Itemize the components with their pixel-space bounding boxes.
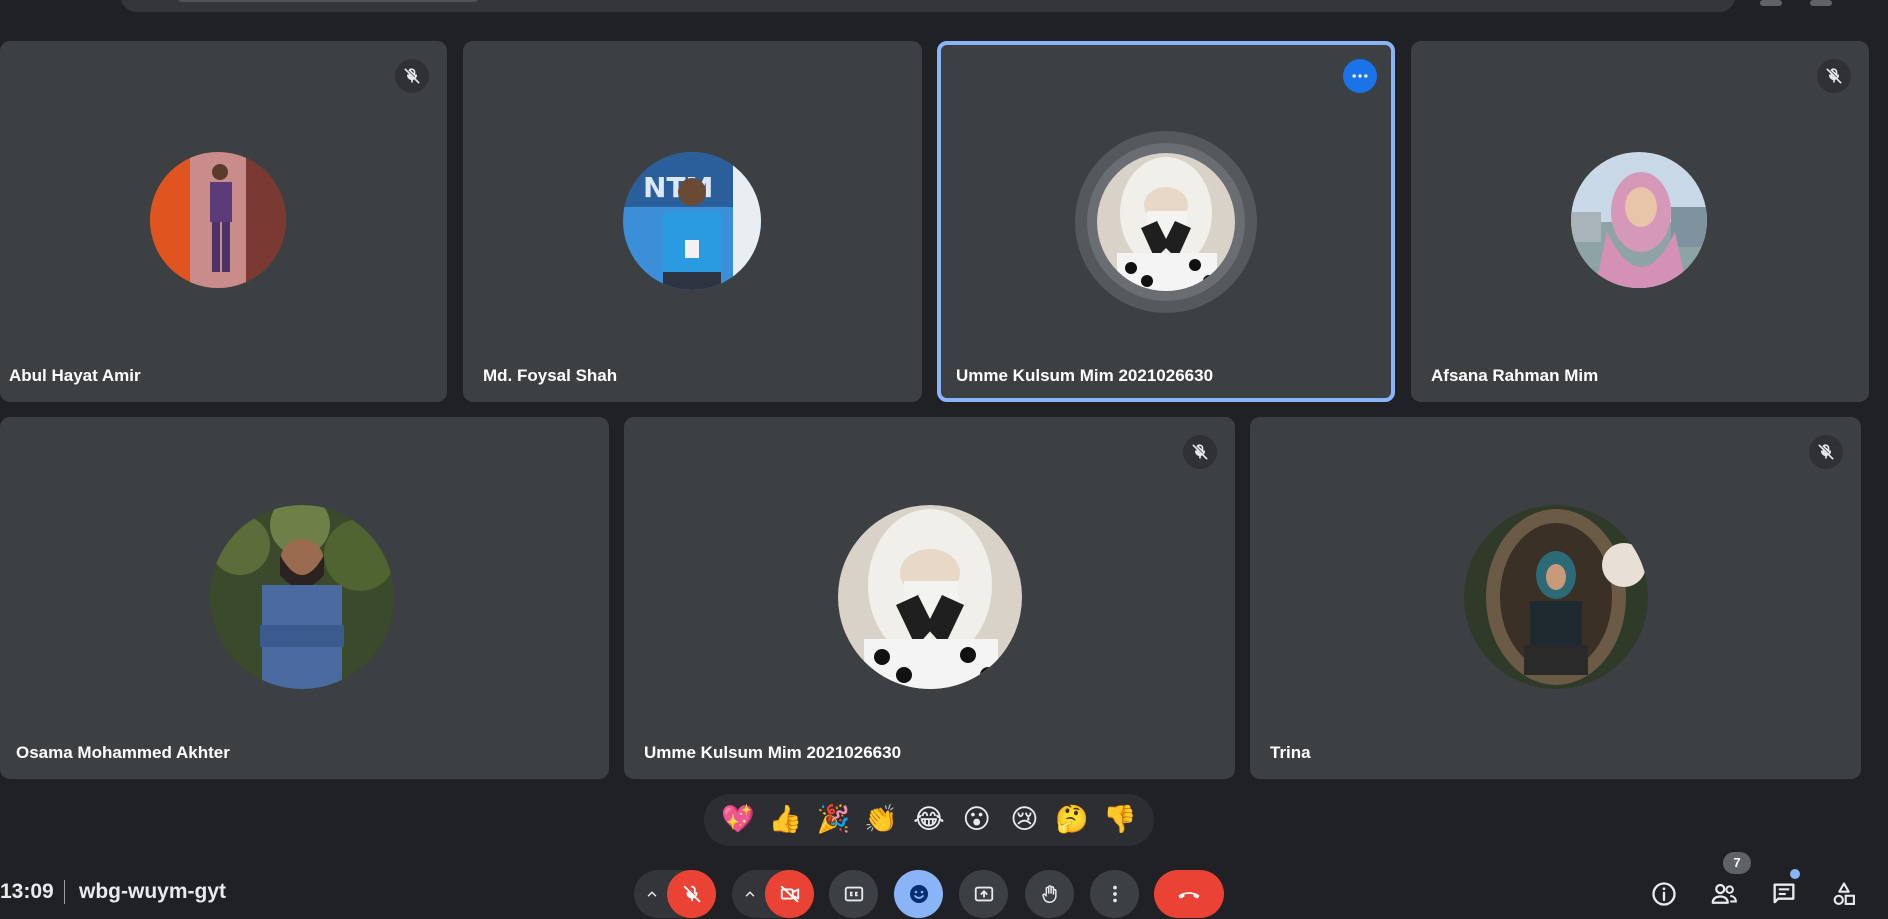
raise-hand-button[interactable] [1025,870,1074,918]
captions-button[interactable] [829,870,878,918]
participant-name: Md. Foysal Shah [483,366,618,385]
present-icon [974,886,993,902]
participant-name: Trina [1270,743,1311,762]
avatar [1097,153,1235,291]
raise-hand-icon [1041,885,1057,903]
avatar [1571,152,1707,288]
present-screen-button[interactable] [959,870,1008,918]
mic-off-icon [395,59,429,93]
address-bar-text [178,0,478,2]
participant-name: Abul Hayat Amir [9,366,141,385]
participant-tile[interactable]: Abul Hayat Amir [0,41,447,402]
reactions-bar: 💖 👍 🎉 👏 😂 😮 😢 🤔 👎 [704,794,1154,846]
participant-tile[interactable]: Osama Mohammed Akhter [0,417,609,779]
browser-toolbar-icon[interactable] [1760,0,1782,6]
participant-tile-active[interactable]: Umme Kulsum Mim 2021026630 [937,41,1395,402]
cc-icon [844,886,863,902]
reaction-heart[interactable]: 💖 [716,798,760,842]
participant-name: Osama Mohammed Akhter [16,743,230,762]
participant-tile[interactable]: NTM Md. Foysal Shah [463,41,922,402]
activities-icon [1833,882,1855,905]
avatar [1464,505,1648,689]
participant-count-badge: 7 [1723,852,1751,874]
participant-tile[interactable]: Umme Kulsum Mim 2021026630 [624,417,1235,779]
people-button[interactable] [1702,872,1746,916]
mic-off-icon [1809,435,1843,469]
camera-toggle-button[interactable] [765,870,814,918]
browser-toolbar-icon[interactable] [1810,0,1832,6]
camera-off-icon [780,885,799,903]
reaction-thinking[interactable]: 🤔 [1050,798,1094,842]
reaction-thumbs-up[interactable]: 👍 [764,798,808,842]
participant-tile[interactable]: Afsana Rahman Mim [1411,41,1869,402]
more-options-button[interactable] [1090,870,1139,918]
more-options-icon[interactable] [1343,59,1377,93]
reaction-thumbs-down[interactable]: 👎 [1098,798,1142,842]
mic-toggle-button[interactable] [667,870,716,918]
participant-name: Umme Kulsum Mim 2021026630 [956,366,1214,385]
reaction-laugh[interactable]: 😂 [907,798,951,842]
mic-off-icon [683,885,700,903]
info-icon [1652,882,1676,906]
leave-call-button[interactable] [1154,870,1224,918]
avatar [838,505,1022,689]
avatar [150,152,286,288]
participant-tile[interactable]: Trina [1250,417,1861,779]
mic-off-icon [1817,59,1851,93]
mic-off-icon [1183,435,1217,469]
reaction-clap[interactable]: 👏 [859,798,903,842]
reaction-party[interactable]: 🎉 [811,798,855,842]
divider [64,880,65,904]
camera-options-chevron-up-icon[interactable] [740,884,760,904]
meeting-details-button[interactable] [1642,872,1686,916]
avatar [210,505,394,689]
activities-button[interactable] [1822,872,1866,916]
mic-options-chevron-up-icon[interactable] [642,884,662,904]
avatar: NTM [623,152,761,290]
people-icon [1711,883,1737,904]
emoji-icon [909,885,928,903]
chat-icon [1773,883,1795,904]
address-bar[interactable] [120,0,1736,12]
meeting-time: 13:09 [0,880,54,903]
unread-indicator [1790,869,1800,879]
browser-top-strip [0,0,1888,20]
more-vert-icon [1112,885,1117,903]
chat-button[interactable] [1762,872,1806,916]
participant-name: Umme Kulsum Mim 2021026630 [644,743,902,762]
reactions-button[interactable] [894,870,943,918]
reaction-surprised[interactable]: 😮 [955,798,999,842]
call-end-icon [1178,892,1200,899]
participant-name: Afsana Rahman Mim [1431,366,1599,385]
reaction-cry[interactable]: 😢 [1002,798,1046,842]
meeting-code[interactable]: wbg-wuym-gyt [79,880,226,904]
